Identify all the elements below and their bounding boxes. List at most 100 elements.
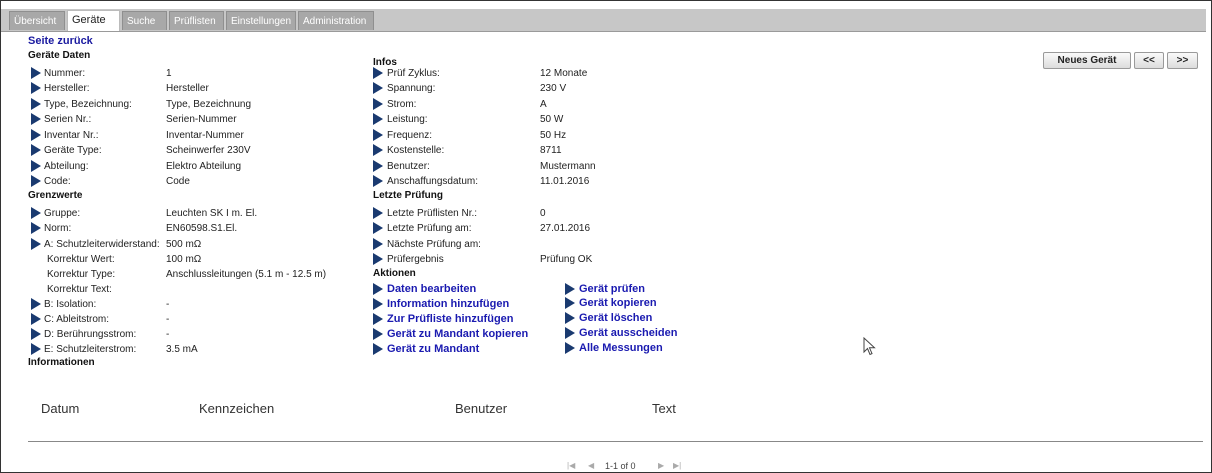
field-value: Mustermann	[540, 161, 596, 172]
arrow-right-icon	[373, 67, 383, 79]
field-label: Benutzer:	[387, 161, 430, 172]
arrow-right-icon	[565, 283, 575, 295]
field-value: EN60598.S1.El.	[166, 223, 238, 234]
action-zur-pruefliste-hinzufuegen[interactable]: Zur Prüfliste hinzufügen	[387, 313, 514, 325]
field-label: Code:	[44, 176, 71, 187]
arrow-right-icon	[31, 328, 41, 340]
action-information-hinzufuegen[interactable]: Information hinzufügen	[387, 298, 509, 310]
field-value: Type, Bezeichnung	[166, 99, 252, 110]
arrow-right-icon	[565, 327, 575, 339]
field-value: Inventar-Nummer	[166, 130, 244, 141]
arrow-right-icon	[373, 129, 383, 141]
field-label: Korrektur Wert:	[47, 254, 115, 265]
arrow-right-icon	[31, 343, 41, 355]
arrow-right-icon	[31, 222, 41, 234]
tab-uebersicht[interactable]: Übersicht	[9, 11, 65, 30]
arrow-right-icon	[373, 175, 383, 187]
field-value: 500 mΩ	[166, 239, 202, 250]
field-value: 50 Hz	[540, 130, 567, 141]
field-label: Hersteller:	[44, 83, 90, 94]
arrow-right-icon	[31, 129, 41, 141]
next-device-button[interactable]: >>	[1167, 52, 1198, 69]
arrow-right-icon	[565, 297, 575, 309]
field-value: 12 Monate	[540, 68, 588, 79]
mouse-cursor-icon	[863, 337, 876, 356]
arrow-right-icon	[31, 313, 41, 325]
field-label: Korrektur Type:	[47, 269, 116, 280]
next-page-icon[interactable]: ▶	[658, 461, 664, 470]
column-header-text[interactable]: Text	[652, 401, 676, 416]
arrow-right-icon	[373, 82, 383, 94]
field-label: Geräte Type:	[44, 145, 102, 156]
new-device-button[interactable]: Neues Gerät	[1043, 52, 1131, 69]
first-page-icon[interactable]: |◀	[567, 461, 575, 470]
field-value: 50 W	[540, 114, 564, 125]
arrow-right-icon	[565, 312, 575, 324]
tab-administration[interactable]: Administration	[298, 11, 374, 30]
action-daten-bearbeiten[interactable]: Daten bearbeiten	[387, 283, 476, 295]
field-label: Spannung:	[387, 83, 436, 94]
field-value: Code	[166, 176, 190, 187]
arrow-right-icon	[31, 98, 41, 110]
last-page-icon[interactable]: ▶|	[673, 461, 681, 470]
field-value: -	[166, 314, 170, 325]
tab-suche[interactable]: Suche	[122, 11, 167, 30]
arrow-right-icon	[31, 144, 41, 156]
field-value: A	[540, 99, 547, 110]
field-value: Anschlussleitungen (5.1 m - 12.5 m)	[166, 269, 327, 280]
arrow-right-icon	[565, 342, 575, 354]
arrow-right-icon	[373, 207, 383, 219]
field-value: -	[166, 299, 170, 310]
tab-prueflisten[interactable]: Prüflisten	[169, 11, 224, 30]
action-geraet-loeschen[interactable]: Gerät löschen	[579, 312, 652, 324]
field-value: Serien-Nummer	[166, 114, 237, 125]
field-value: Leuchten SK I m. El.	[166, 208, 258, 219]
action-geraet-pruefen[interactable]: Gerät prüfen	[579, 283, 645, 295]
arrow-right-icon	[31, 82, 41, 94]
field-label: Nächste Prüfung am:	[387, 239, 481, 250]
arrow-right-icon	[373, 313, 383, 325]
action-geraet-ausscheiden[interactable]: Gerät ausscheiden	[579, 327, 677, 339]
field-label: Anschaffungsdatum:	[387, 176, 478, 187]
action-geraet-zu-mandant-kopieren[interactable]: Gerät zu Mandant kopieren	[387, 328, 528, 340]
arrow-right-icon	[373, 144, 383, 156]
field-label: D: Berührungsstrom:	[44, 329, 137, 340]
column-header-benutzer[interactable]: Benutzer	[455, 401, 507, 416]
field-label: C: Ableitstrom:	[44, 314, 110, 325]
field-value: 8711	[540, 145, 562, 156]
tab-einstellungen[interactable]: Einstellungen	[226, 11, 296, 30]
arrow-right-icon	[373, 238, 383, 250]
action-alle-messungen[interactable]: Alle Messungen	[579, 342, 663, 354]
field-label: Abteilung:	[44, 161, 89, 172]
arrow-right-icon	[31, 160, 41, 172]
arrow-right-icon	[373, 283, 383, 295]
field-value: -	[166, 329, 170, 340]
action-geraet-kopieren[interactable]: Gerät kopieren	[579, 297, 657, 309]
back-link[interactable]: Seite zurück	[28, 35, 93, 47]
field-value: Hersteller	[166, 83, 209, 94]
arrow-right-icon	[31, 175, 41, 187]
field-value: Elektro Abteilung	[166, 161, 242, 172]
arrow-right-icon	[373, 222, 383, 234]
arrow-right-icon	[373, 298, 383, 310]
action-geraet-zu-mandant[interactable]: Gerät zu Mandant	[387, 343, 479, 355]
pager-status: 1-1 of 0	[605, 461, 636, 471]
arrow-right-icon	[373, 253, 383, 265]
field-label: Korrektur Text:	[47, 284, 112, 295]
field-value: 27.01.2016	[540, 223, 591, 234]
field-label: Norm:	[44, 223, 72, 234]
column-header-kennzeichen[interactable]: Kennzeichen	[199, 401, 274, 416]
table-divider	[28, 441, 1203, 442]
field-label: Type, Bezeichnung:	[44, 99, 132, 110]
field-value: 230 V	[540, 83, 567, 94]
prev-page-icon[interactable]: ◀	[588, 461, 594, 470]
field-value: 100 mΩ	[166, 254, 202, 265]
field-label: Inventar Nr.:	[44, 130, 99, 141]
arrow-right-icon	[373, 343, 383, 355]
field-label: Prüf Zyklus:	[387, 68, 440, 79]
tab-geraete[interactable]: Geräte	[67, 10, 120, 31]
field-label: Serien Nr.:	[44, 114, 92, 125]
field-label: Frequenz:	[387, 130, 433, 141]
prev-device-button[interactable]: <<	[1134, 52, 1164, 69]
column-header-datum[interactable]: Datum	[41, 401, 79, 416]
